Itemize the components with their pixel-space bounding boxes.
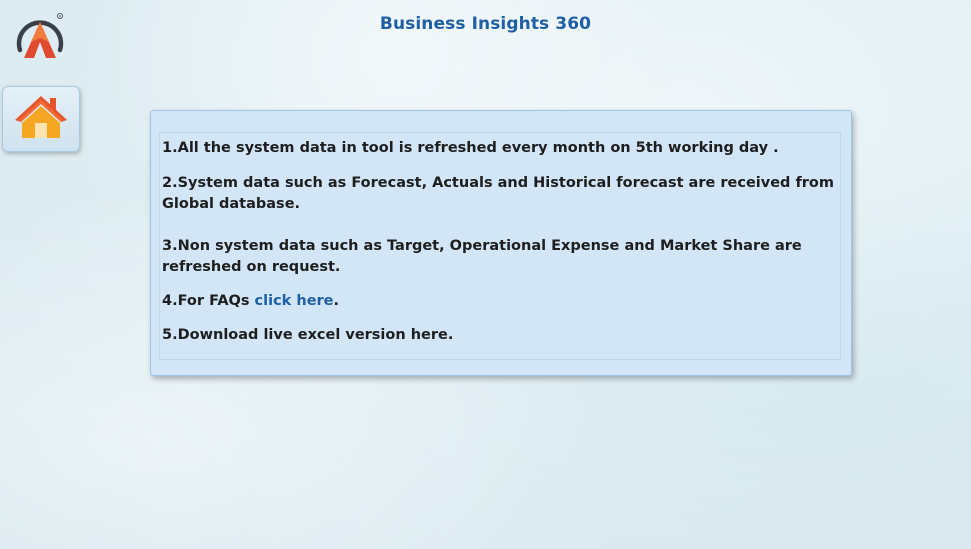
- info-line-2: 2.System data such as Forecast, Actuals …: [162, 175, 834, 212]
- faq-prefix: 4.For FAQs: [162, 293, 255, 309]
- faq-link[interactable]: click here: [255, 293, 334, 309]
- home-icon: [13, 92, 69, 146]
- page-title: Business Insights 360: [379, 14, 592, 34]
- info-line-3: 3.Non system data such as Target, Operat…: [162, 238, 802, 275]
- info-line-1: 1.All the system data in tool is refresh…: [162, 140, 779, 156]
- info-panel: 1.All the system data in tool is refresh…: [150, 110, 852, 376]
- info-line-4: 4.For FAQs click here.: [162, 291, 842, 312]
- download-excel-link[interactable]: 5.Download live excel version here.: [162, 325, 842, 346]
- home-button[interactable]: [2, 86, 80, 152]
- faq-suffix: .: [333, 293, 340, 309]
